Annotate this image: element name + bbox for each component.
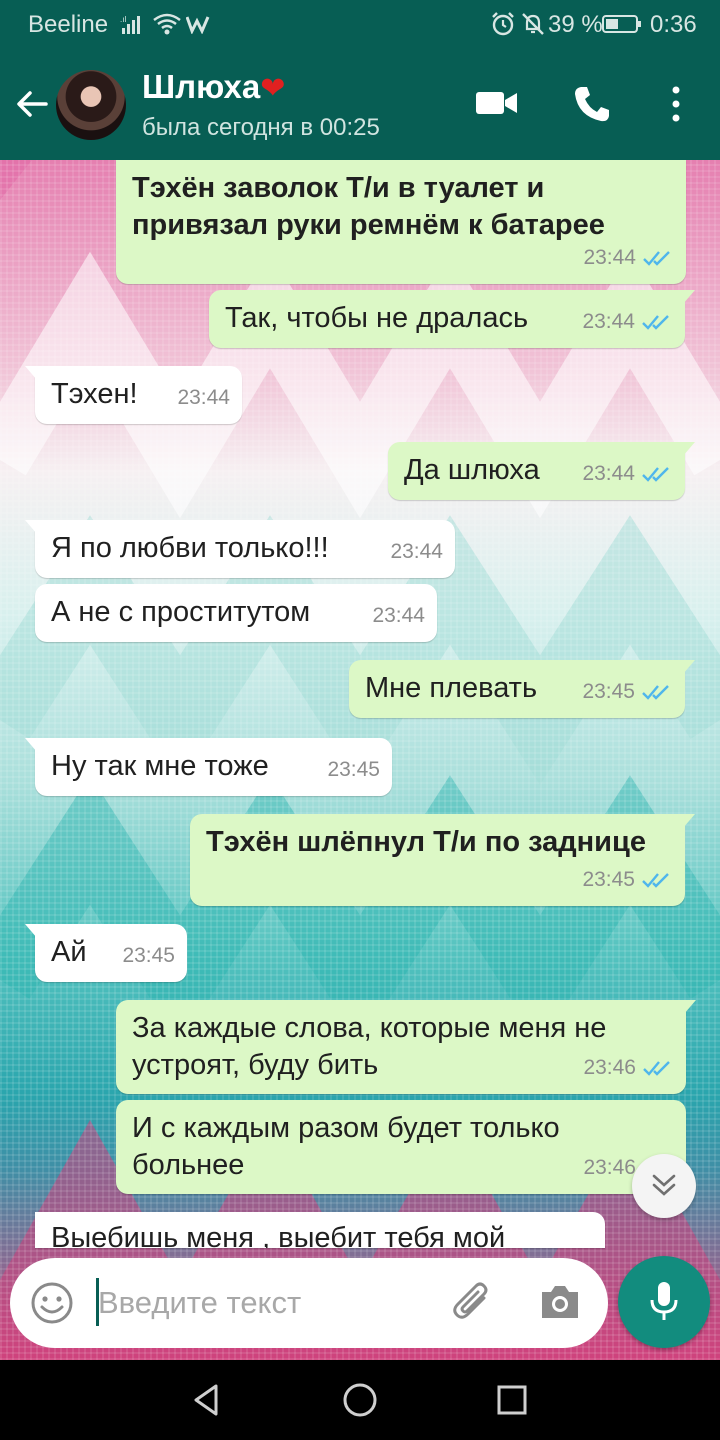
chevron-double-down-icon xyxy=(652,1174,676,1196)
battery-icon xyxy=(602,15,641,33)
status-time: 0:36 xyxy=(650,11,697,38)
heart-emoji: ❤ xyxy=(260,72,286,105)
mute-icon xyxy=(522,13,544,35)
bubble-tail xyxy=(25,738,37,752)
double-check-icon xyxy=(642,684,669,700)
message-meta: 23:44 xyxy=(177,379,230,416)
contact-name[interactable]: Шлюха❤ xyxy=(142,68,285,106)
recents-square-icon[interactable] xyxy=(494,1382,530,1418)
phone-icon[interactable] xyxy=(572,84,612,124)
message-meta: 23:44 xyxy=(583,239,672,276)
voice-message-button[interactable] xyxy=(618,1256,710,1348)
message-incoming[interactable]: Выебишь меня , выебит тебя мой xyxy=(35,1212,605,1248)
message-time: 23:44 xyxy=(372,604,425,627)
back-triangle-icon[interactable] xyxy=(188,1382,224,1418)
message-incoming[interactable]: Ай 23:45 xyxy=(25,924,187,982)
chat-area[interactable]: Тэхён заволок Т/и в туалет и привязал ру… xyxy=(0,160,720,1360)
emoji-icon[interactable] xyxy=(30,1281,74,1325)
message-time: 23:44 xyxy=(582,462,635,485)
microphone-icon xyxy=(650,1282,678,1320)
attach-icon[interactable] xyxy=(450,1280,496,1326)
bubble-tail xyxy=(683,442,695,456)
double-check-icon xyxy=(643,250,670,266)
bubble-tail xyxy=(684,1000,696,1014)
system-navigation-bar xyxy=(0,1360,720,1440)
contact-name-text: Шлюха xyxy=(142,68,261,105)
bubble-tail xyxy=(683,290,695,304)
bubble-tail xyxy=(683,814,695,828)
bubble-tail xyxy=(25,924,37,938)
double-check-icon xyxy=(642,872,669,888)
message-outgoing[interactable]: За каждые слова, которые меня не устроят… xyxy=(116,1000,696,1094)
double-check-icon xyxy=(642,466,669,482)
carrier-name: Beeline xyxy=(28,11,109,38)
message-time: 23:46 xyxy=(583,1156,636,1179)
message-meta: 23:44 xyxy=(372,597,425,634)
whatsapp-notification-icon xyxy=(186,16,210,34)
last-seen: была сегодня в 00:25 xyxy=(142,114,380,141)
message-meta: 23:45 xyxy=(327,751,380,788)
message-incoming[interactable]: Я по любви только!!! 23:44 xyxy=(25,520,455,578)
bubble-tail xyxy=(25,366,37,380)
message-outgoing[interactable]: И с каждым разом будет только больнее 23… xyxy=(116,1100,686,1194)
message-meta: 23:44 xyxy=(390,533,443,570)
message-meta: 23:45 xyxy=(122,937,175,974)
alarm-icon xyxy=(492,12,514,36)
message-meta: 23:44 xyxy=(582,455,671,492)
message-input[interactable] xyxy=(98,1278,418,1328)
bubble-tail xyxy=(25,520,37,534)
double-check-icon xyxy=(643,1060,670,1076)
message-incoming[interactable]: Ну так мне тоже 23:45 xyxy=(25,738,392,796)
message-text: Тэхён заволок Т/и в туалет и привязал ру… xyxy=(132,172,605,241)
message-time: 23:45 xyxy=(327,758,380,781)
message-outgoing[interactable]: Мне плевать 23:45 xyxy=(349,660,695,718)
camera-icon[interactable] xyxy=(538,1282,582,1322)
message-meta: 23:45 xyxy=(582,673,671,710)
message-text: А не с проститутом xyxy=(51,596,311,628)
status-bar: Beeline .ıl 39 % 0:36 xyxy=(0,0,720,48)
message-text: Выебишь меня , выебит тебя мой xyxy=(51,1222,506,1248)
message-time: 23:46 xyxy=(583,1056,636,1079)
message-time: 23:44 xyxy=(583,246,636,269)
home-circle-icon[interactable] xyxy=(342,1382,378,1418)
message-incoming[interactable]: Тэхен! 23:44 xyxy=(25,366,242,424)
contact-avatar[interactable] xyxy=(56,70,126,140)
double-check-icon xyxy=(642,314,669,330)
back-arrow-icon[interactable] xyxy=(14,86,50,122)
message-outgoing[interactable]: Тэхён заволок Т/и в туалет и привязал ру… xyxy=(116,160,686,284)
message-outgoing[interactable]: Так, чтобы не дралась 23:44 xyxy=(209,290,695,348)
message-time: 23:44 xyxy=(582,310,635,333)
signal-icon: .ıl xyxy=(120,15,140,34)
message-outgoing[interactable]: Тэхён шлёпнул Т/и по заднице 23:45 xyxy=(190,814,695,906)
message-input-bar xyxy=(10,1258,608,1348)
message-time: 23:44 xyxy=(390,540,443,563)
message-meta: 23:44 xyxy=(582,303,671,340)
bubble-tail xyxy=(683,660,695,674)
message-incoming[interactable]: А не с проститутом 23:44 xyxy=(35,584,437,642)
video-call-icon[interactable] xyxy=(474,86,520,120)
message-meta: 23:46 xyxy=(583,1049,672,1086)
message-time: 23:44 xyxy=(177,386,230,409)
scroll-to-bottom-button[interactable] xyxy=(632,1154,696,1218)
message-time: 23:45 xyxy=(122,944,175,967)
wifi-icon xyxy=(153,13,181,35)
more-vertical-icon[interactable] xyxy=(666,84,686,124)
message-meta: 23:45 xyxy=(582,861,671,898)
svg-text:.ıl: .ıl xyxy=(120,15,126,24)
battery-percent: 39 % xyxy=(548,11,603,38)
message-time: 23:45 xyxy=(582,868,635,891)
message-time: 23:45 xyxy=(582,680,635,703)
chat-header: Шлюха❤ была сегодня в 00:25 xyxy=(0,48,720,160)
message-outgoing[interactable]: Да шлюха 23:44 xyxy=(388,442,695,500)
message-text: Я по любви только!!! xyxy=(51,532,329,564)
message-text: Тэхён шлёпнул Т/и по заднице xyxy=(206,826,646,858)
